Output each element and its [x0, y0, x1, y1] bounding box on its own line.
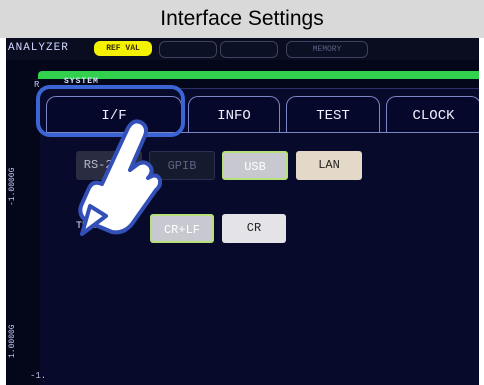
status-slot-1[interactable] [159, 41, 217, 58]
tab-info[interactable]: INFO [188, 96, 280, 133]
side-scale-top: -1.0000G [8, 167, 17, 206]
hand-pointer-icon [78, 119, 162, 236]
system-header-bar [38, 71, 479, 79]
usb-button[interactable]: USB [222, 151, 288, 180]
tab-clock[interactable]: CLOCK [386, 96, 479, 133]
side-scale-bottom: 1.0000G [8, 324, 17, 358]
tab-test[interactable]: TEST [286, 96, 380, 133]
term-cr-button[interactable]: CR [222, 214, 286, 243]
left-marker: R [34, 80, 40, 90]
page-title: Interface Settings [0, 0, 484, 38]
status-slot-2[interactable] [220, 41, 278, 58]
bottom-tick-label: -1. [30, 371, 47, 381]
mode-label: ANALYZER [8, 42, 69, 54]
top-status-strip: ANALYZER REF VAL MEMORY [6, 38, 479, 60]
instrument-screen: ANALYZER REF VAL MEMORY SYSTEM R I/F INF… [6, 38, 479, 385]
ref-val-button[interactable]: REF VAL [94, 41, 152, 56]
lan-button[interactable]: LAN [296, 151, 362, 180]
memory-button[interactable]: MEMORY [286, 41, 368, 58]
